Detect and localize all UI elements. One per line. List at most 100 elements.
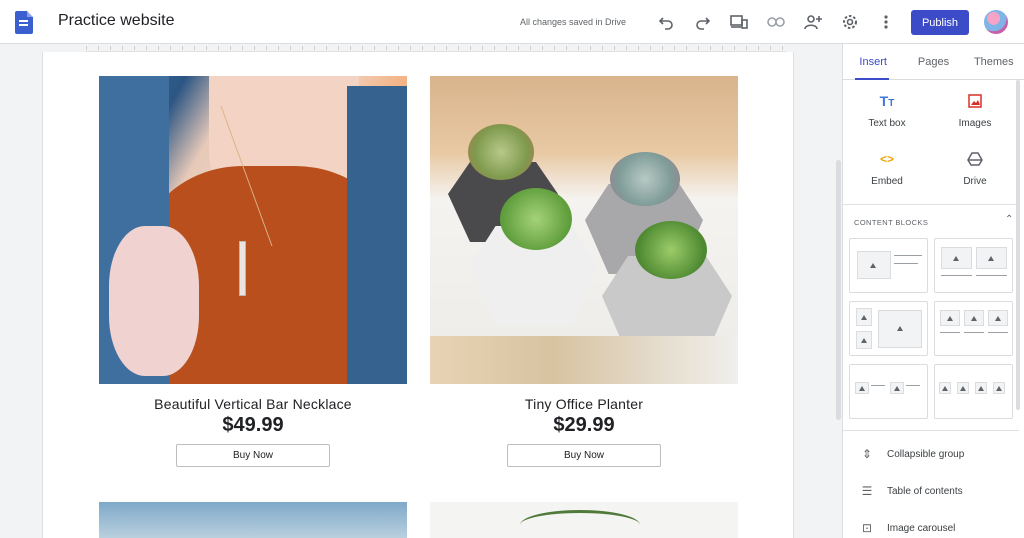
block-image-placeholder [993, 382, 1005, 394]
photo-jacket-right [347, 86, 407, 384]
chevron-up-icon[interactable]: ⌃ [1005, 214, 1013, 225]
block-line [894, 263, 918, 264]
link-icon[interactable] [766, 12, 786, 32]
insert-drive[interactable]: Drive [931, 148, 1019, 187]
content-block-6[interactable] [934, 364, 1013, 419]
block-image-placeholder [957, 382, 969, 394]
content-block-3[interactable] [849, 301, 928, 356]
content-block-4[interactable] [934, 301, 1013, 356]
settings-gear-icon[interactable] [840, 12, 860, 32]
table-of-contents-label: Table of contents [887, 485, 963, 497]
image-placeholder-icon [894, 386, 900, 391]
product-price: $29.99 [553, 414, 615, 436]
image-placeholder-icon [960, 386, 966, 391]
image-placeholder-icon [861, 338, 867, 343]
image-placeholder-icon [942, 386, 948, 391]
product-name: Beautiful Vertical Bar Necklace [154, 396, 352, 412]
insert-image-carousel[interactable]: ⊡ Image carousel [859, 521, 955, 535]
collapsible-group-label: Collapsible group [887, 448, 965, 460]
photo-succulent-1 [468, 124, 534, 180]
block-image-placeholder [988, 310, 1008, 326]
photo-succulent-2 [610, 152, 680, 206]
insert-collapsible-group[interactable]: ⇕ Collapsible group [859, 447, 964, 461]
image-placeholder-icon [971, 316, 977, 321]
avatar[interactable] [984, 10, 1008, 34]
planter-photo[interactable] [430, 76, 738, 384]
tab-themes[interactable]: Themes [964, 44, 1024, 79]
insert-table-of-contents[interactable]: ☰ Table of contents [859, 484, 963, 498]
panel-tabs: Insert Pages Themes [843, 44, 1024, 80]
redo-icon[interactable] [693, 12, 713, 32]
content-block-1[interactable] [849, 238, 928, 293]
image-placeholder-icon [861, 315, 867, 320]
tab-insert[interactable]: Insert [843, 44, 903, 79]
collapsible-icon: ⇕ [861, 447, 873, 461]
image-placeholder-icon [953, 256, 959, 261]
panel-scrollbar[interactable] [1016, 80, 1020, 410]
insert-images-label: Images [958, 118, 992, 129]
buy-now-button[interactable]: Buy Now [176, 444, 330, 467]
active-tab-indicator [855, 78, 889, 80]
insert-embed-label: Embed [871, 176, 903, 187]
block-image-placeholder [878, 310, 922, 348]
photo-succulent-4 [635, 221, 707, 279]
site-title[interactable]: Practice website [58, 12, 175, 30]
block-image-placeholder [856, 308, 872, 326]
save-status: All changes saved in Drive [520, 17, 627, 27]
block-image-placeholder [856, 331, 872, 349]
publish-button[interactable]: Publish [911, 10, 969, 35]
insert-text-box[interactable]: TT Text box [843, 90, 931, 129]
block-image-placeholder [940, 310, 960, 326]
necklace-photo[interactable] [99, 76, 407, 384]
block-line [976, 275, 1007, 276]
image-placeholder-icon [859, 386, 865, 391]
top-bar: Practice website All changes saved in Dr… [0, 0, 1024, 44]
block-image-placeholder [941, 247, 972, 269]
block-image-placeholder [975, 382, 987, 394]
block-line [871, 385, 885, 386]
image-placeholder-icon [870, 263, 876, 268]
content-block-2[interactable] [934, 238, 1013, 293]
sites-logo-icon[interactable] [15, 11, 33, 34]
block-image-placeholder [976, 247, 1007, 269]
image-placeholder-icon [995, 316, 1001, 321]
panel-divider [843, 204, 1019, 205]
block-line [940, 332, 960, 333]
product-price: $49.99 [222, 414, 284, 436]
photo-hand [109, 226, 199, 376]
image-carousel-label: Image carousel [887, 522, 956, 534]
content-block-5[interactable] [849, 364, 928, 419]
buy-now-button[interactable]: Buy Now [507, 444, 661, 467]
image-placeholder-icon [996, 386, 1002, 391]
carousel-icon: ⊡ [861, 521, 873, 535]
product-card-planter[interactable]: Tiny Office Planter $29.99 Buy Now [430, 76, 738, 467]
image-placeholder-icon [988, 256, 994, 261]
insert-embed[interactable]: <> Embed [843, 148, 931, 187]
photo-straw [430, 336, 738, 384]
tab-pages[interactable]: Pages [903, 44, 963, 79]
share-add-person-icon[interactable] [803, 12, 823, 32]
preview-devices-icon[interactable] [729, 12, 749, 32]
canvas-scrollbar[interactable] [836, 160, 841, 420]
product-card-necklace[interactable]: Beautiful Vertical Bar Necklace $49.99 B… [99, 76, 407, 467]
ruler [86, 44, 786, 52]
photo-succulent-3 [500, 188, 572, 250]
insert-images[interactable]: Images [931, 90, 1019, 129]
block-image-placeholder [857, 251, 891, 279]
undo-icon[interactable] [656, 12, 676, 32]
block-line [964, 332, 984, 333]
product-photo-partial-left[interactable] [99, 502, 407, 538]
text-box-icon: TT [879, 93, 895, 109]
insert-drive-label: Drive [963, 176, 987, 187]
product-photo-partial-right[interactable] [430, 502, 738, 538]
toc-icon: ☰ [861, 484, 873, 498]
photo-pendant [239, 241, 246, 296]
block-line [894, 255, 922, 256]
drive-icon [931, 148, 1019, 170]
more-vert-icon[interactable] [876, 12, 896, 32]
block-line [988, 332, 1008, 333]
photo-leaf [520, 510, 640, 538]
block-image-placeholder [890, 382, 904, 394]
page-canvas[interactable]: Beautiful Vertical Bar Necklace $49.99 B… [42, 52, 794, 538]
block-image-placeholder [855, 382, 869, 394]
